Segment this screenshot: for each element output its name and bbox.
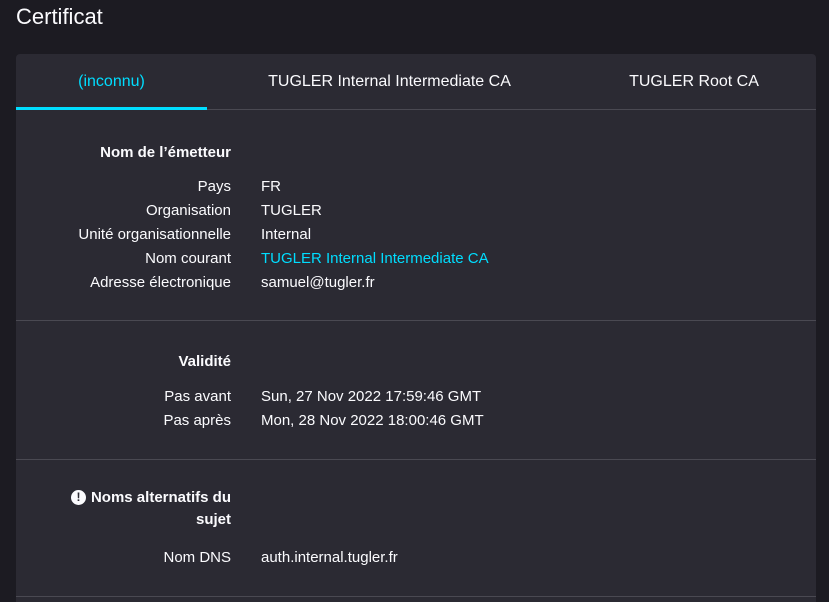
validity-heading: Validité [178, 353, 231, 370]
row-label: Organisation [145, 202, 231, 219]
row-label: Unité organisationnelle [78, 226, 231, 243]
certificate-tabs: (inconnu) TUGLER Internal Intermediate C… [16, 54, 816, 110]
validity-section: Validité Pas avant Sun, 27 Nov 2022 17:5… [16, 321, 816, 460]
row-value: Mon, 28 Nov 2022 18:00:46 GMT [261, 412, 484, 429]
issuer-row-country: Pays FR [16, 175, 816, 199]
san-heading-line-1: ! Noms alternatifs du [31, 487, 231, 509]
san-heading-text-1: Noms alternatifs du [90, 489, 231, 506]
page-title: Certificat [16, 4, 103, 29]
row-label: Pays [197, 178, 231, 195]
issuer-section: Nom de l’émetteur Pays FR Organisation T… [16, 110, 816, 321]
row-value: auth.internal.tugler.fr [261, 549, 398, 566]
san-row-dns: Nom DNS auth.internal.tugler.fr [16, 546, 816, 570]
certificate-card: (inconnu) TUGLER Internal Intermediate C… [16, 54, 816, 602]
row-label: Nom DNS [163, 549, 231, 566]
tab-inconnu[interactable]: (inconnu) [16, 54, 207, 110]
issuer-row-common-name: Nom courant TUGLER Internal Intermediate… [16, 247, 816, 271]
row-label: Pas après [163, 412, 231, 429]
issuer-row-org-unit: Unité organisationnelle Internal [16, 223, 816, 247]
row-value: FR [261, 178, 281, 195]
exclamation-circle-icon: ! [70, 490, 86, 505]
row-value: samuel@tugler.fr [261, 274, 375, 291]
tab-intermediate-ca[interactable]: TUGLER Internal Intermediate CA [207, 54, 572, 109]
row-label: Adresse électronique [90, 274, 231, 291]
row-label: Pas avant [164, 388, 231, 405]
subject-alt-names-section: ! Noms alternatifs du sujet Nom DNS auth.… [16, 460, 816, 597]
validity-row-not-before: Pas avant Sun, 27 Nov 2022 17:59:46 GMT [16, 385, 816, 409]
row-value: TUGLER [261, 202, 322, 219]
row-value: Sun, 27 Nov 2022 17:59:46 GMT [261, 388, 482, 405]
certificate-viewer: Certificat (inconnu) TUGLER Internal Int… [0, 0, 829, 602]
issuer-heading: Nom de l’émetteur [100, 144, 231, 161]
san-heading-text-2: sujet [195, 511, 231, 528]
common-name-link[interactable]: TUGLER Internal Intermediate CA [261, 247, 489, 271]
san-heading: ! Noms alternatifs du sujet [31, 487, 231, 531]
issuer-row-organization: Organisation TUGLER [16, 199, 816, 223]
issuer-row-email: Adresse électronique samuel@tugler.fr [16, 271, 816, 295]
tab-root-ca[interactable]: TUGLER Root CA [572, 54, 816, 109]
row-label: Nom courant [145, 250, 231, 267]
row-value: Internal [261, 226, 312, 243]
validity-row-not-after: Pas après Mon, 28 Nov 2022 18:00:46 GMT [16, 409, 816, 433]
